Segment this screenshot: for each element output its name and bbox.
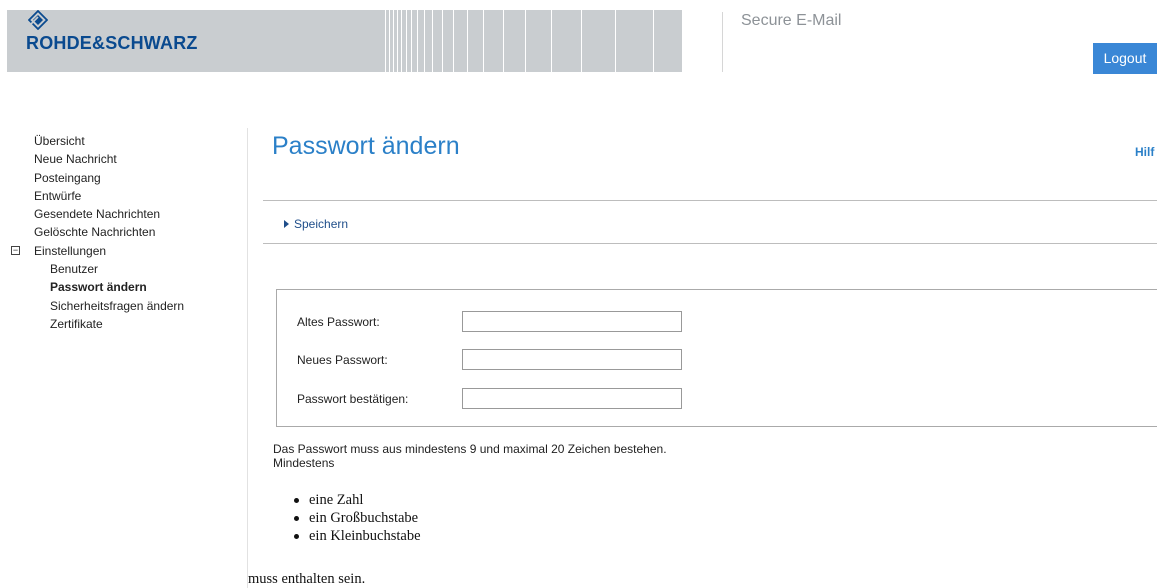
sidebar-item-change-password[interactable]: Passwort ändern [50, 278, 184, 296]
requirements-list: eine Zahl ein Großbuchstabe ein Kleinbuc… [277, 491, 421, 545]
list-item: ein Kleinbuchstabe [277, 527, 421, 545]
help-link[interactable]: Hilf [1135, 145, 1154, 159]
list-item: ein Großbuchstabe [277, 509, 421, 527]
password-form: Altes Passwort: Neues Passwort: Passwort… [276, 289, 1157, 427]
requirements-footer: muss enthalten sein. [248, 571, 366, 587]
new-password-label: Neues Passwort: [297, 353, 388, 367]
logout-button[interactable]: Logout [1093, 43, 1157, 74]
collapse-toggle-icon[interactable]: − [11, 245, 20, 255]
triangle-right-icon [284, 220, 289, 228]
toolbar-top-divider [263, 200, 1157, 201]
rohde-schwarz-logo-icon [28, 10, 48, 30]
sidebar-item-overview[interactable]: Übersicht [34, 132, 184, 150]
rules-line-minimum: Mindestens [273, 456, 335, 470]
sidebar-item-drafts[interactable]: Entwürfe [34, 187, 184, 205]
sidebar-item-user[interactable]: Benutzer [50, 260, 184, 278]
list-item: eine Zahl [277, 491, 421, 509]
sidebar-subitems: Benutzer Passwort ändern Sicherheitsfrag… [34, 260, 184, 333]
brand-name: ROHDE&SCHWARZ [26, 33, 198, 53]
old-password-input[interactable] [462, 311, 682, 332]
old-password-label: Altes Passwort: [297, 315, 380, 329]
header-divider [722, 12, 723, 72]
header: ROHDE&SCHWARZ Secure E-Mail Logout [0, 0, 1157, 75]
sidebar-item-inbox[interactable]: Posteingang [34, 169, 184, 187]
toolbar-bottom-divider [263, 243, 1157, 244]
sidebar-item-sent[interactable]: Gesendete Nachrichten [34, 205, 184, 223]
confirm-password-label: Passwort bestätigen: [297, 392, 409, 406]
sidebar-divider [247, 128, 248, 588]
sidebar-item-certificates[interactable]: Zertifikate [50, 315, 184, 333]
save-label: Speichern [294, 217, 349, 231]
page-title: Passwort ändern [272, 132, 460, 160]
password-rules: Das Passwort muss aus mindestens 9 und m… [273, 442, 667, 470]
confirm-password-input[interactable] [462, 388, 682, 409]
app-title: Secure E-Mail [741, 12, 842, 29]
sidebar-nav: Übersicht Neue Nachricht Posteingang Ent… [11, 132, 184, 333]
header-stripes [385, 10, 685, 72]
rules-line-length: Das Passwort muss aus mindestens 9 und m… [273, 442, 667, 456]
sidebar-item-deleted[interactable]: Gelöschte Nachrichten [34, 223, 184, 241]
save-button[interactable]: Speichern [284, 217, 348, 231]
sidebar-group-settings: − Einstellungen Benutzer Passwort ändern… [11, 242, 184, 333]
sidebar-item-security-questions[interactable]: Sicherheitsfragen ändern [50, 297, 184, 315]
sidebar-item-new-message[interactable]: Neue Nachricht [34, 150, 184, 168]
sidebar-item-settings[interactable]: Einstellungen [34, 242, 184, 260]
new-password-input[interactable] [462, 349, 682, 370]
